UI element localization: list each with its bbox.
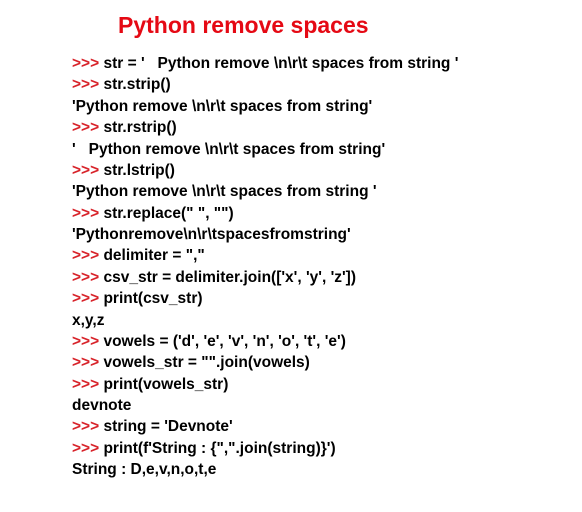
code-output: devnote [72,397,131,414]
repl-prompt: >>> [72,333,103,350]
code-line: x,y,z [72,310,562,331]
code-input: str.rstrip() [103,119,176,136]
code-line: ' Python remove \n\r\t spaces from strin… [72,139,562,160]
code-line: 'Pythonremove\n\r\tspacesfromstring' [72,224,562,245]
code-line: 'Python remove \n\r\t spaces from string… [72,96,562,117]
code-input: vowels = ('d', 'e', 'v', 'n', 'o', 't', … [103,333,345,350]
code-line: String : D,e,v,n,o,t,e [72,459,562,480]
code-line: >>> str.lstrip() [72,160,562,181]
code-output: 'Pythonremove\n\r\tspacesfromstring' [72,226,351,243]
code-input: str.lstrip() [103,162,174,179]
repl-prompt: >>> [72,76,103,93]
code-input: print(f'String : {",".join(string)}') [103,440,335,457]
repl-prompt: >>> [72,290,103,307]
code-input: string = 'Devnote' [103,418,232,435]
code-line: >>> vowels_str = "".join(vowels) [72,352,562,373]
code-output: ' Python remove \n\r\t spaces from strin… [72,141,385,158]
code-input: print(vowels_str) [103,376,228,393]
code-input: print(csv_str) [103,290,202,307]
code-line: >>> print(vowels_str) [72,374,562,395]
code-output: 'Python remove \n\r\t spaces from string… [72,183,377,200]
code-line: devnote [72,395,562,416]
code-output: 'Python remove \n\r\t spaces from string… [72,98,372,115]
code-line: >>> csv_str = delimiter.join(['x', 'y', … [72,267,562,288]
code-input: str = ' Python remove \n\r\t spaces from… [103,55,458,72]
code-line: >>> delimiter = "," [72,245,562,266]
code-line: >>> print(csv_str) [72,288,562,309]
repl-prompt: >>> [72,205,103,222]
repl-prompt: >>> [72,440,103,457]
code-line: >>> string = 'Devnote' [72,416,562,437]
repl-prompt: >>> [72,376,103,393]
page-title: Python remove spaces [0,12,582,39]
code-line: >>> str = ' Python remove \n\r\t spaces … [72,53,562,74]
code-input: vowels_str = "".join(vowels) [103,354,309,371]
repl-prompt: >>> [72,418,103,435]
repl-prompt: >>> [72,162,103,179]
code-line: 'Python remove \n\r\t spaces from string… [72,181,562,202]
code-input: str.strip() [103,76,170,93]
code-output: String : D,e,v,n,o,t,e [72,461,216,478]
code-line: >>> str.strip() [72,74,562,95]
repl-prompt: >>> [72,247,103,264]
code-input: delimiter = "," [103,247,204,264]
code-line: >>> print(f'String : {",".join(string)}'… [72,438,562,459]
repl-prompt: >>> [72,55,103,72]
repl-prompt: >>> [72,269,103,286]
code-input: str.replace(" ", "") [103,205,233,222]
code-input: csv_str = delimiter.join(['x', 'y', 'z']… [103,269,356,286]
code-line: >>> vowels = ('d', 'e', 'v', 'n', 'o', '… [72,331,562,352]
repl-prompt: >>> [72,119,103,136]
code-line: >>> str.replace(" ", "") [72,203,562,224]
code-line: >>> str.rstrip() [72,117,562,138]
code-block: >>> str = ' Python remove \n\r\t spaces … [0,53,582,481]
code-output: x,y,z [72,312,104,329]
repl-prompt: >>> [72,354,103,371]
